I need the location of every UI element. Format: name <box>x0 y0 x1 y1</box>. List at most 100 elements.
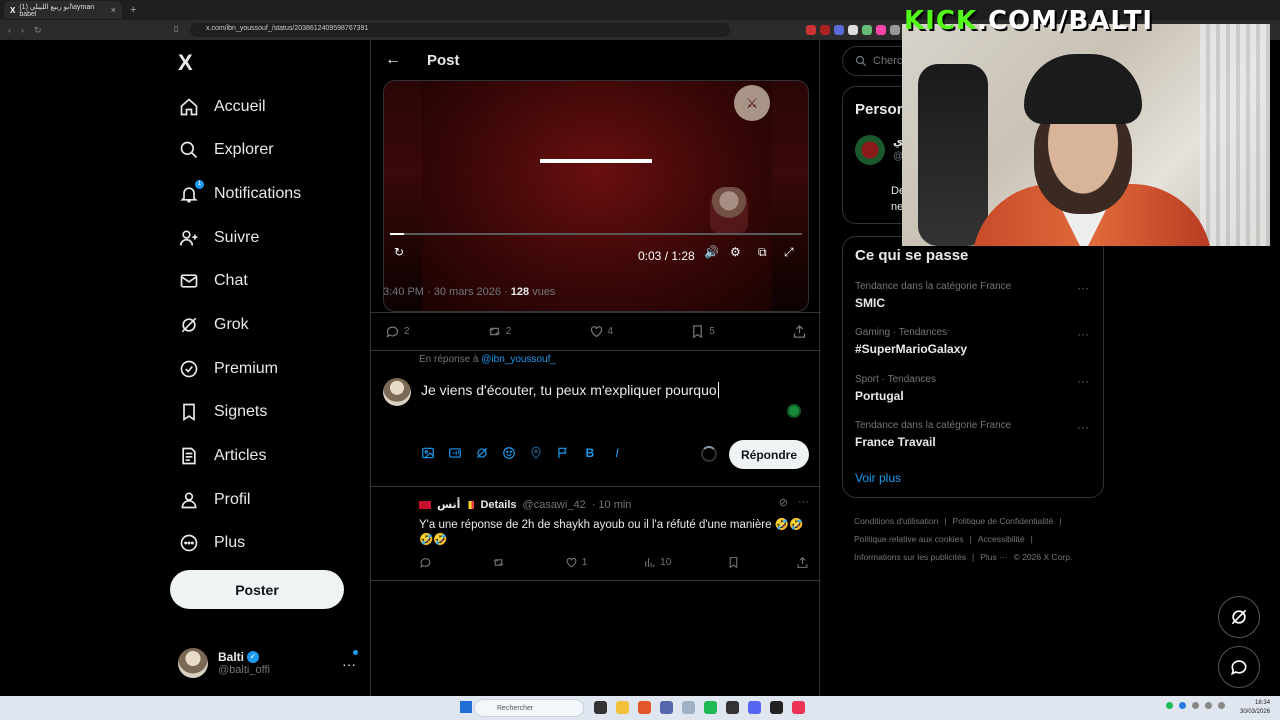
reply-action[interactable]: 2 <box>385 324 410 339</box>
avatar[interactable] <box>855 135 885 165</box>
back-arrow-icon[interactable]: ← <box>385 51 401 69</box>
reply-button[interactable]: Répondre <box>729 440 809 469</box>
more-icon[interactable]: ··· <box>342 656 356 672</box>
more-icon[interactable]: ··· <box>798 496 809 509</box>
footer-link[interactable]: Accessibilité <box>978 534 1025 544</box>
volume-icon[interactable]: 🔊 <box>704 245 719 259</box>
trend-item[interactable]: Sport · Tendances Portugal ··· <box>855 374 1095 403</box>
extension-icon[interactable] <box>890 25 900 35</box>
like-action[interactable]: 1 <box>565 556 587 569</box>
emoji-icon[interactable] <box>502 446 516 460</box>
brave-icon[interactable] <box>638 701 651 714</box>
notion-icon[interactable] <box>770 701 783 714</box>
footer-link[interactable]: Informations sur les publicités <box>854 552 966 562</box>
video-progress-bar[interactable] <box>390 233 802 235</box>
sidebar-item-articles[interactable]: Articles <box>178 445 266 467</box>
account-switcher[interactable]: Balti ✓ @balti_offi ··· <box>178 646 368 680</box>
tray-icon[interactable] <box>1205 702 1212 709</box>
share-action[interactable] <box>792 324 807 339</box>
sidebar-item-plus[interactable]: Plus <box>178 532 245 554</box>
footer-link[interactable]: Plus ··· <box>980 552 1007 562</box>
tray-icon[interactable] <box>1179 702 1186 709</box>
sidebar-item-premium[interactable]: Premium <box>178 358 278 380</box>
sidebar-item-chat[interactable]: Chat <box>178 270 248 292</box>
footer-link[interactable]: Politique relative aux cookies <box>854 534 964 544</box>
bold-icon[interactable]: B <box>583 446 597 460</box>
reply-time[interactable]: · 10 min <box>592 499 632 511</box>
sidebar-item-profil[interactable]: Profil <box>178 489 250 511</box>
spotify-icon[interactable] <box>704 701 717 714</box>
share-action[interactable] <box>796 556 809 569</box>
close-tab-icon[interactable]: × <box>111 5 116 15</box>
repost-action[interactable]: 2 <box>487 324 511 339</box>
replay-icon[interactable]: ↻ <box>394 245 404 259</box>
reply-author-name[interactable]: أنس <box>437 498 460 511</box>
reply-author-handle[interactable]: @casawi_42 <box>523 499 586 511</box>
grok-icon[interactable] <box>475 446 489 460</box>
reply-action[interactable] <box>419 556 436 569</box>
taskbar-search[interactable]: Rechercher <box>474 699 584 717</box>
poster-button[interactable]: Poster <box>170 570 344 609</box>
reply-tweet[interactable]: أنس Details @casawi_42 · 10 min ⊘ ··· Y'… <box>371 486 821 580</box>
bookmark-page-icon[interactable]: ▯ <box>174 24 178 33</box>
sidebar-item-explorer[interactable]: Explorer <box>178 139 274 161</box>
sidebar-item-signets[interactable]: Signets <box>178 401 267 423</box>
gif-icon[interactable] <box>448 446 462 460</box>
trend-item[interactable]: Gaming · Tendances #SuperMarioGalaxy ··· <box>855 327 1095 356</box>
more-icon[interactable]: ··· <box>1077 281 1089 295</box>
tray-icon[interactable] <box>1218 702 1225 709</box>
flag-icon[interactable] <box>556 446 570 460</box>
footer-link[interactable]: Conditions d'utilisation <box>854 516 938 526</box>
reload-icon[interactable]: ↻ <box>34 25 42 36</box>
back-icon[interactable]: ‹ <box>8 25 11 35</box>
see-more-link[interactable]: Voir plus <box>855 471 901 485</box>
sidebar-item-suivre[interactable]: Suivre <box>178 227 259 249</box>
trend-item[interactable]: Tendance dans la catégorie France France… <box>855 420 1095 449</box>
discord-icon[interactable] <box>748 701 761 714</box>
tray-icon[interactable] <box>1166 702 1173 709</box>
video-player[interactable]: ⚔ ↻ 0:03 / 1:28 🔊 ⚙ ⧉ ⤢ <box>383 80 809 312</box>
settings-icon[interactable]: ⚙ <box>730 245 741 259</box>
taskview-icon[interactable] <box>594 701 607 714</box>
footer-link[interactable]: Politique de Confidentialité <box>953 516 1054 526</box>
like-action[interactable]: 4 <box>589 324 613 339</box>
forward-icon[interactable]: › <box>21 25 24 35</box>
trend-item[interactable]: Tendance dans la catégorie France SMIC ·… <box>855 281 1095 310</box>
bookmark-action[interactable]: 5 <box>690 324 715 339</box>
new-tab-icon[interactable]: + <box>130 4 136 16</box>
reply-author-details[interactable]: Details <box>480 499 516 511</box>
bookmark-action[interactable] <box>727 556 740 569</box>
views-action[interactable]: 10 <box>643 556 671 569</box>
sidebar-item-notifications[interactable]: 1 Notifications <box>178 180 301 205</box>
block-icon[interactable]: ⊘ <box>779 496 788 509</box>
grammar-check-icon[interactable] <box>787 404 801 418</box>
extension-icon[interactable] <box>848 25 858 35</box>
url-field[interactable]: x.com/ibn_youssouf_/status/2038612409598… <box>190 23 730 37</box>
obs-icon[interactable] <box>726 701 739 714</box>
location-icon[interactable] <box>529 446 543 460</box>
extension-icon[interactable] <box>862 25 872 35</box>
sidebar-item-grok[interactable]: Grok <box>178 314 249 336</box>
italic-icon[interactable]: I <box>610 446 624 460</box>
app-icon[interactable] <box>660 701 673 714</box>
fullscreen-icon[interactable]: ⤢ <box>784 245 794 260</box>
pip-icon[interactable]: ⧉ <box>758 245 767 260</box>
reply-compose-input[interactable]: Je viens d'écouter, tu peux m'expliquer … <box>421 382 719 398</box>
windows-start-icon[interactable] <box>460 701 472 713</box>
grok-floating-button[interactable] <box>1218 596 1260 638</box>
app-icon[interactable] <box>792 701 805 714</box>
tray-icon[interactable] <box>1192 702 1199 709</box>
more-icon[interactable]: ··· <box>1077 374 1089 388</box>
app-icon[interactable] <box>682 701 695 714</box>
extension-icon[interactable] <box>834 25 844 35</box>
x-logo-icon[interactable]: X <box>178 50 193 76</box>
reply-to-handle[interactable]: @ibn_youssouf_ <box>481 354 556 365</box>
browser-tab[interactable]: X (1) ابو ربيع الليبلي\ayman babel × <box>4 1 122 19</box>
taskbar-clock[interactable]: 18:34 30/03/2026 <box>1240 699 1270 717</box>
sidebar-item-accueil[interactable]: Accueil <box>178 96 266 118</box>
repost-action[interactable] <box>492 556 509 569</box>
extension-icon[interactable] <box>876 25 886 35</box>
more-icon[interactable]: ··· <box>1077 327 1089 341</box>
extension-icon[interactable] <box>806 25 816 35</box>
messages-floating-button[interactable] <box>1218 646 1260 688</box>
